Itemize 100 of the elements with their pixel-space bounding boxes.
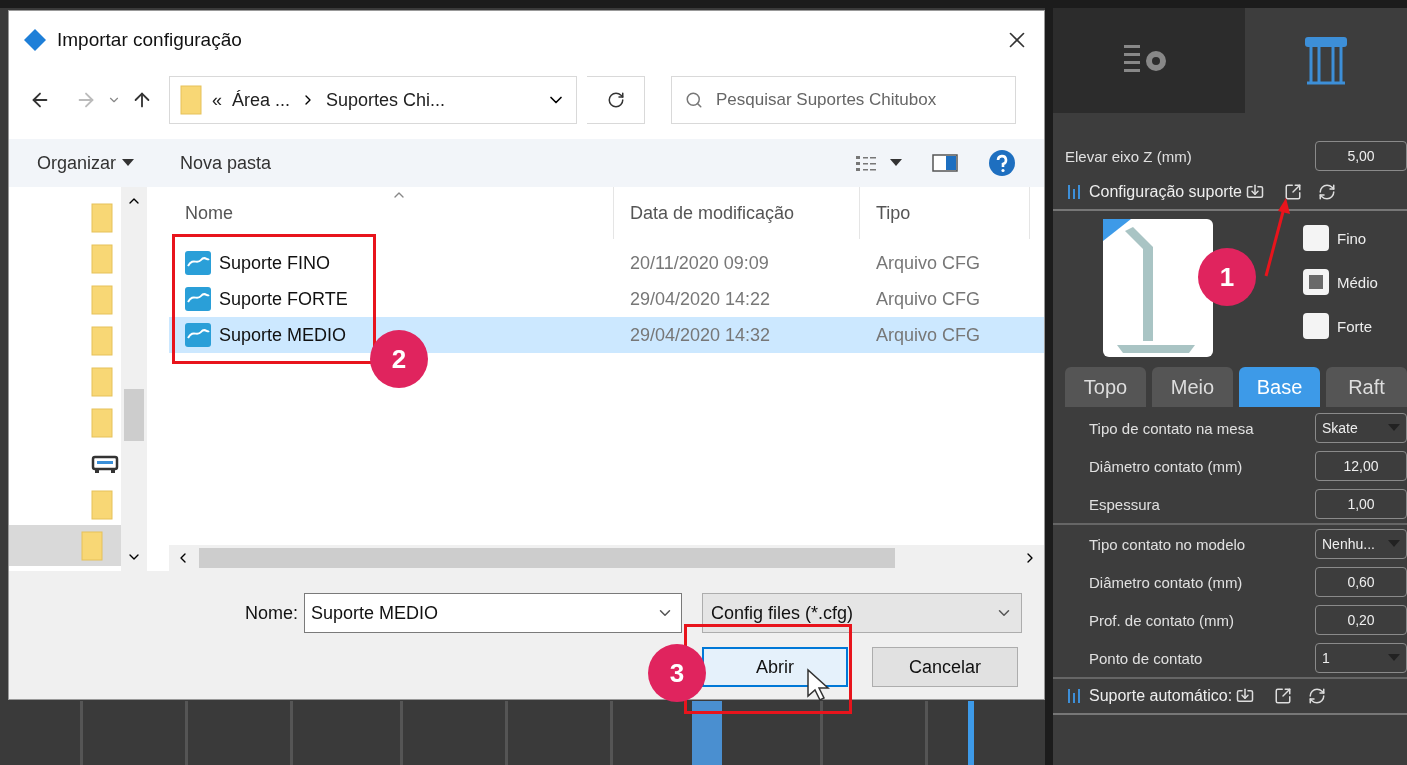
setting-label: Ponto de contato <box>1089 649 1204 667</box>
file-date: 29/04/2020 14:32 <box>629 324 772 346</box>
folder-icon <box>180 85 202 115</box>
preview-pane-button[interactable] <box>932 154 958 172</box>
support-tab[interactable]: Raft <box>1326 367 1407 407</box>
breadcrumb[interactable]: « <box>212 89 222 111</box>
import-icon <box>1236 687 1255 705</box>
support-icon <box>1067 687 1081 705</box>
settings-tab[interactable] <box>1053 8 1245 113</box>
file-name: Suporte MEDIO <box>219 324 348 346</box>
breadcrumb[interactable]: Área ... <box>232 89 291 111</box>
setting-input[interactable]: 5,00 <box>1315 141 1407 171</box>
address-bar[interactable]: « Área ... Suportes Chi... <box>169 76 577 124</box>
setting-label: Elevar eixo Z (mm) <box>1065 147 1193 165</box>
folder-icon <box>91 243 113 274</box>
folder-icon <box>91 325 113 356</box>
refresh-button[interactable] <box>587 76 645 124</box>
scroll-thumb[interactable] <box>124 389 144 441</box>
setting-label: Prof. de contato (mm) <box>1089 611 1236 629</box>
dropdown-arrow-icon <box>890 159 902 167</box>
drive-icon <box>91 453 119 474</box>
support-icon <box>1067 183 1081 201</box>
export-icon <box>1274 687 1293 705</box>
preview-pane-icon <box>932 154 958 172</box>
export-button[interactable] <box>1284 183 1302 201</box>
reset-icon <box>1318 183 1336 201</box>
setting-label: Tipo de contato na mesa <box>1089 419 1255 437</box>
section-title: Configuração suporte <box>1089 183 1242 201</box>
search-icon <box>685 91 703 109</box>
refresh-icon <box>606 91 625 109</box>
folder-icon <box>91 284 113 315</box>
preset-checkbox[interactable] <box>1303 269 1329 295</box>
organize-menu[interactable]: Organizar <box>37 152 135 174</box>
preset-option[interactable]: Fino <box>1303 225 1378 251</box>
import-icon <box>1246 183 1264 201</box>
dropdown-arrow-icon <box>1388 654 1400 662</box>
dropdown-arrow-icon <box>122 159 135 167</box>
filename-field[interactable]: Suporte MEDIO <box>304 593 682 633</box>
setting-input[interactable]: 12,00 <box>1315 451 1407 481</box>
help-icon <box>988 149 1016 177</box>
file-name: Suporte FORTE <box>219 288 349 310</box>
reset-button[interactable] <box>1318 183 1336 201</box>
scroll-thumb[interactable] <box>199 548 895 568</box>
file-type-dropdown[interactable]: Config files (*.cfg) <box>702 593 1022 633</box>
reset-button[interactable] <box>1308 687 1327 705</box>
support-pillars-icon <box>1303 34 1349 87</box>
view-options-button[interactable] <box>856 155 902 171</box>
setting-dropdown[interactable]: Skate <box>1315 413 1407 443</box>
reset-icon <box>1308 687 1327 705</box>
file-date: 20/11/2020 09:09 <box>629 252 770 274</box>
setting-label: Tipo contato no modelo <box>1089 535 1247 553</box>
dialog-button[interactable]: Cancelar <box>872 647 1018 687</box>
file-icon <box>185 251 211 275</box>
setting-label: Diâmetro contato (mm) <box>1089 573 1244 591</box>
setting-label: Diâmetro contato (mm) <box>1089 457 1244 475</box>
file-icon <box>185 323 211 347</box>
diamond-icon <box>23 28 47 52</box>
column-header[interactable]: Tipo <box>860 187 1030 239</box>
setting-label: Espessura <box>1089 495 1161 513</box>
dialog-button[interactable]: Abrir <box>702 647 848 687</box>
search-field[interactable]: Pesquisar Suportes Chitubox <box>671 76 1016 124</box>
preset-option[interactable]: Forte <box>1303 313 1378 339</box>
support-tab[interactable]: Topo <box>1065 367 1146 407</box>
preset-checkbox[interactable] <box>1303 225 1329 251</box>
setting-input[interactable]: 0,20 <box>1315 605 1407 635</box>
file-type: Arquivo CFG <box>875 252 982 274</box>
folder-icon <box>91 366 113 397</box>
file-icon <box>185 287 211 311</box>
dialog-title: Importar configuração <box>57 29 243 51</box>
file-row[interactable]: Suporte FORTE 29/04/2020 14:22 Arquivo CFG <box>169 281 1044 317</box>
file-type: Arquivo CFG <box>875 324 982 346</box>
file-row[interactable]: Suporte FINO 20/11/2020 09:09 Arquivo CFG <box>169 245 1044 281</box>
horizontal-scrollbar[interactable] <box>169 545 1044 571</box>
help-button[interactable] <box>988 149 1016 177</box>
column-header[interactable]: Nome <box>169 187 614 239</box>
dropdown-arrow-icon <box>1388 540 1400 548</box>
file-type: Arquivo CFG <box>875 288 982 310</box>
folder-icon <box>81 530 103 561</box>
setting-input[interactable]: 0,60 <box>1315 567 1407 597</box>
import-button[interactable] <box>1236 687 1255 705</box>
support-tab[interactable]: Meio <box>1152 367 1233 407</box>
setting-dropdown[interactable]: Nenhu... <box>1315 529 1407 559</box>
folder-icon <box>91 202 113 233</box>
file-date: 29/04/2020 14:22 <box>629 288 772 310</box>
breadcrumb[interactable]: Suportes Chi... <box>326 89 446 111</box>
column-header[interactable]: Data de modificação <box>614 187 860 239</box>
preset-option[interactable]: Médio <box>1303 269 1378 295</box>
setting-input[interactable]: 1,00 <box>1315 489 1407 519</box>
export-button[interactable] <box>1274 687 1293 705</box>
folder-icon <box>91 489 113 520</box>
dropdown-arrow-icon <box>1388 424 1400 432</box>
export-icon <box>1284 183 1302 201</box>
folder-icon <box>91 407 113 438</box>
file-name: Suporte FINO <box>219 252 332 274</box>
preset-checkbox[interactable] <box>1303 313 1329 339</box>
setting-dropdown[interactable]: 1 <box>1315 643 1407 673</box>
section-title: Suporte automático: <box>1089 687 1233 705</box>
vertical-scrollbar[interactable] <box>121 187 147 571</box>
import-button[interactable] <box>1246 183 1264 201</box>
new-folder-button[interactable]: Nova pasta <box>180 152 272 174</box>
